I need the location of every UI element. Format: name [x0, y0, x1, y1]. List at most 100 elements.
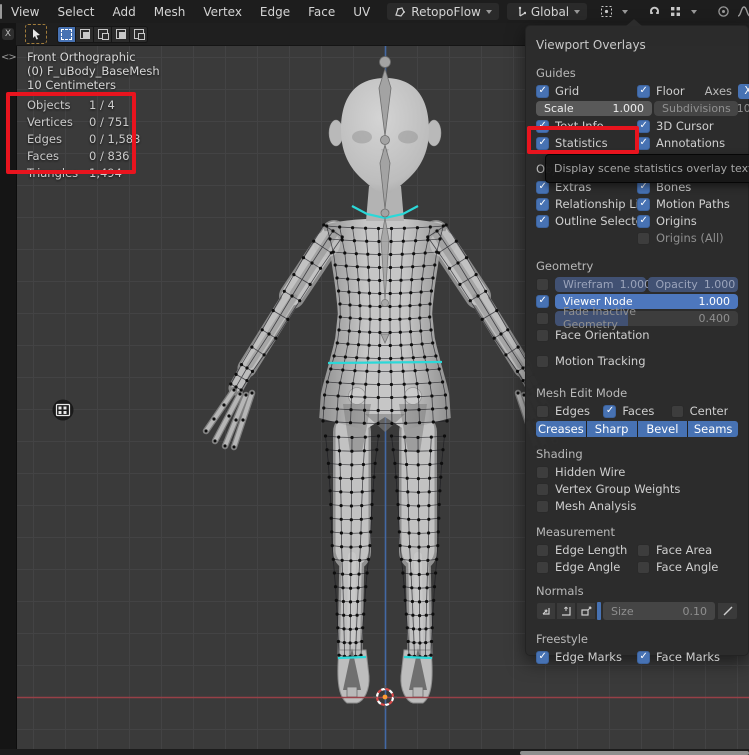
- horizontal-scrollbar[interactable]: [520, 751, 749, 755]
- statistics-overlay: Objects1 / 4 Vertices0 / 751 Edges0 / 1,…: [27, 96, 140, 181]
- tweak-tool-button[interactable]: [25, 24, 47, 44]
- motion-tracking-checkbox[interactable]: Motion Tracking: [536, 354, 738, 368]
- face-normals-button[interactable]: [576, 602, 596, 620]
- edge-marks-checkbox[interactable]: Edge Marks: [536, 650, 637, 664]
- grid-checkbox[interactable]: Grid: [536, 84, 637, 98]
- cursor-3d[interactable]: [373, 685, 397, 709]
- stat-label: Triangles: [27, 166, 89, 180]
- transform-orientation-dropdown[interactable]: Global: [507, 3, 587, 20]
- stat-value: 1 / 4: [89, 98, 140, 112]
- origins-checkbox[interactable]: Origins: [637, 214, 738, 228]
- opacity-slider[interactable]: Opacity1.000: [648, 277, 739, 292]
- orientation-label: Global: [531, 5, 569, 19]
- floor-checkbox[interactable]: Floor: [637, 84, 685, 98]
- header-toggles: [597, 3, 749, 21]
- 3d-cursor-checkbox[interactable]: 3D Cursor: [637, 119, 738, 133]
- face-area-checkbox[interactable]: Face Area: [637, 543, 738, 557]
- fade-inactive-slider[interactable]: Fade Inactive Geometry0.400: [555, 311, 738, 326]
- axes-toggle-group: X Y Z: [738, 84, 749, 99]
- viewport-overlays-panel: Viewport Overlays Guides Grid Floor Axes…: [525, 25, 749, 656]
- viewer-node-checkbox[interactable]: [536, 295, 549, 308]
- stat-value: 1,494: [89, 166, 140, 180]
- face-orientation-checkbox[interactable]: Face Orientation: [536, 328, 738, 342]
- close-panel-button[interactable]: X: [2, 28, 14, 40]
- shading-section-label: Shading: [536, 447, 738, 461]
- select-set-button[interactable]: [58, 27, 75, 42]
- stat-value: 0 / 1,583: [89, 132, 140, 146]
- menu-vertex[interactable]: Vertex: [194, 5, 251, 19]
- creases-button[interactable]: Creases: [536, 421, 586, 437]
- face-marks-checkbox[interactable]: Face Marks: [637, 650, 738, 664]
- split-normals-button[interactable]: [556, 602, 576, 620]
- text-info-checkbox[interactable]: Text Info: [536, 119, 637, 133]
- stat-label: Edges: [27, 132, 89, 146]
- mesh-analysis-checkbox[interactable]: Mesh Analysis: [536, 499, 738, 513]
- menu-uv[interactable]: UV: [344, 5, 379, 19]
- grid-scale-slider[interactable]: Scale1.000: [536, 101, 652, 116]
- select-subtract-button[interactable]: [94, 27, 111, 42]
- stat-label: Faces: [27, 149, 89, 163]
- pivot-point-dropdown[interactable]: [597, 3, 615, 20]
- annotations-checkbox[interactable]: Annotations: [637, 136, 738, 150]
- blender-window: View Select Add Mesh Vertex Edge Face UV…: [0, 0, 749, 755]
- center-checkbox[interactable]: Center: [671, 404, 738, 418]
- freestyle-section-label: Freestyle: [536, 632, 738, 646]
- snap-settings-icon[interactable]: [666, 3, 684, 20]
- bevel-button[interactable]: Bevel: [638, 421, 688, 437]
- orientation-icon: [514, 6, 526, 18]
- edge-angle-checkbox[interactable]: Edge Angle: [536, 560, 637, 574]
- wireframe-slider[interactable]: Wirefram1.000: [555, 277, 646, 292]
- outline-selected-checkbox[interactable]: Outline Selected: [536, 214, 637, 228]
- menu-view[interactable]: View: [2, 5, 48, 19]
- axis-x-toggle[interactable]: X: [738, 84, 749, 99]
- face-angle-checkbox[interactable]: Face Angle: [637, 560, 738, 574]
- collapse-arrows[interactable]: <>: [1, 52, 16, 63]
- active-object-text: (0) F_uBody_BaseMesh: [27, 64, 160, 78]
- normals-size-slider[interactable]: Size0.10: [603, 602, 715, 620]
- fade-inactive-checkbox[interactable]: [536, 312, 549, 325]
- faces-checkbox[interactable]: Faces: [603, 404, 670, 418]
- vertex-normals-button[interactable]: [536, 602, 556, 620]
- statistics-checkbox[interactable]: Statistics: [536, 136, 637, 150]
- viewport-marker-icon[interactable]: [53, 400, 74, 421]
- proportional-editing-icon[interactable]: [714, 3, 732, 20]
- chevron-down-icon: [574, 10, 580, 14]
- edge-length-checkbox[interactable]: Edge Length: [536, 543, 637, 557]
- select-invert-button[interactable]: [112, 27, 129, 42]
- chevron-down-icon[interactable]: [687, 3, 700, 20]
- snap-magnet-icon[interactable]: [645, 3, 663, 20]
- constant-size-button[interactable]: [717, 602, 738, 620]
- scene-scale-text: 10 Centimeters: [27, 78, 160, 92]
- select-intersect-button[interactable]: [130, 27, 147, 42]
- menu-select[interactable]: Select: [48, 5, 103, 19]
- seams-button[interactable]: Seams: [688, 421, 738, 437]
- retopoflow-icon: [394, 6, 406, 18]
- grid-subdivisions-slider[interactable]: Subdivisions10: [654, 101, 738, 116]
- origins-all-checkbox[interactable]: Origins (All): [637, 231, 738, 245]
- vertex-group-weights-checkbox[interactable]: Vertex Group Weights: [536, 482, 738, 496]
- select-mode-group: [57, 26, 148, 43]
- edges-checkbox[interactable]: Edges: [536, 404, 603, 418]
- select-extend-button[interactable]: [76, 27, 93, 42]
- stat-label: Vertices: [27, 115, 89, 129]
- motion-paths-checkbox[interactable]: Motion Paths: [637, 197, 738, 211]
- menu-mesh[interactable]: Mesh: [145, 5, 195, 19]
- hidden-wire-checkbox[interactable]: Hidden Wire: [536, 465, 738, 479]
- panel-title: Viewport Overlays: [536, 38, 738, 52]
- view-name-text: Front Orthographic: [27, 50, 160, 64]
- menu-add[interactable]: Add: [104, 5, 145, 19]
- tooltip: Display scene statistics overlay text.: [545, 154, 749, 183]
- chevron-down-icon[interactable]: [618, 3, 631, 20]
- left-editor-strip: X <>: [0, 23, 17, 755]
- normals-section-label: Normals: [536, 584, 738, 598]
- falloff-curve-icon[interactable]: [735, 3, 749, 20]
- menu-face[interactable]: Face: [299, 5, 344, 19]
- retopoflow-dropdown[interactable]: RetopoFlow: [387, 3, 499, 20]
- relationship-lines-checkbox[interactable]: Relationship Lines: [536, 197, 637, 211]
- menu-edge[interactable]: Edge: [251, 5, 299, 19]
- guides-section-label: Guides: [536, 66, 738, 80]
- axes-label: Axes: [705, 84, 732, 98]
- measurement-section-label: Measurement: [536, 525, 738, 539]
- wireframe-checkbox[interactable]: [536, 278, 549, 291]
- sharp-button[interactable]: Sharp: [587, 421, 637, 437]
